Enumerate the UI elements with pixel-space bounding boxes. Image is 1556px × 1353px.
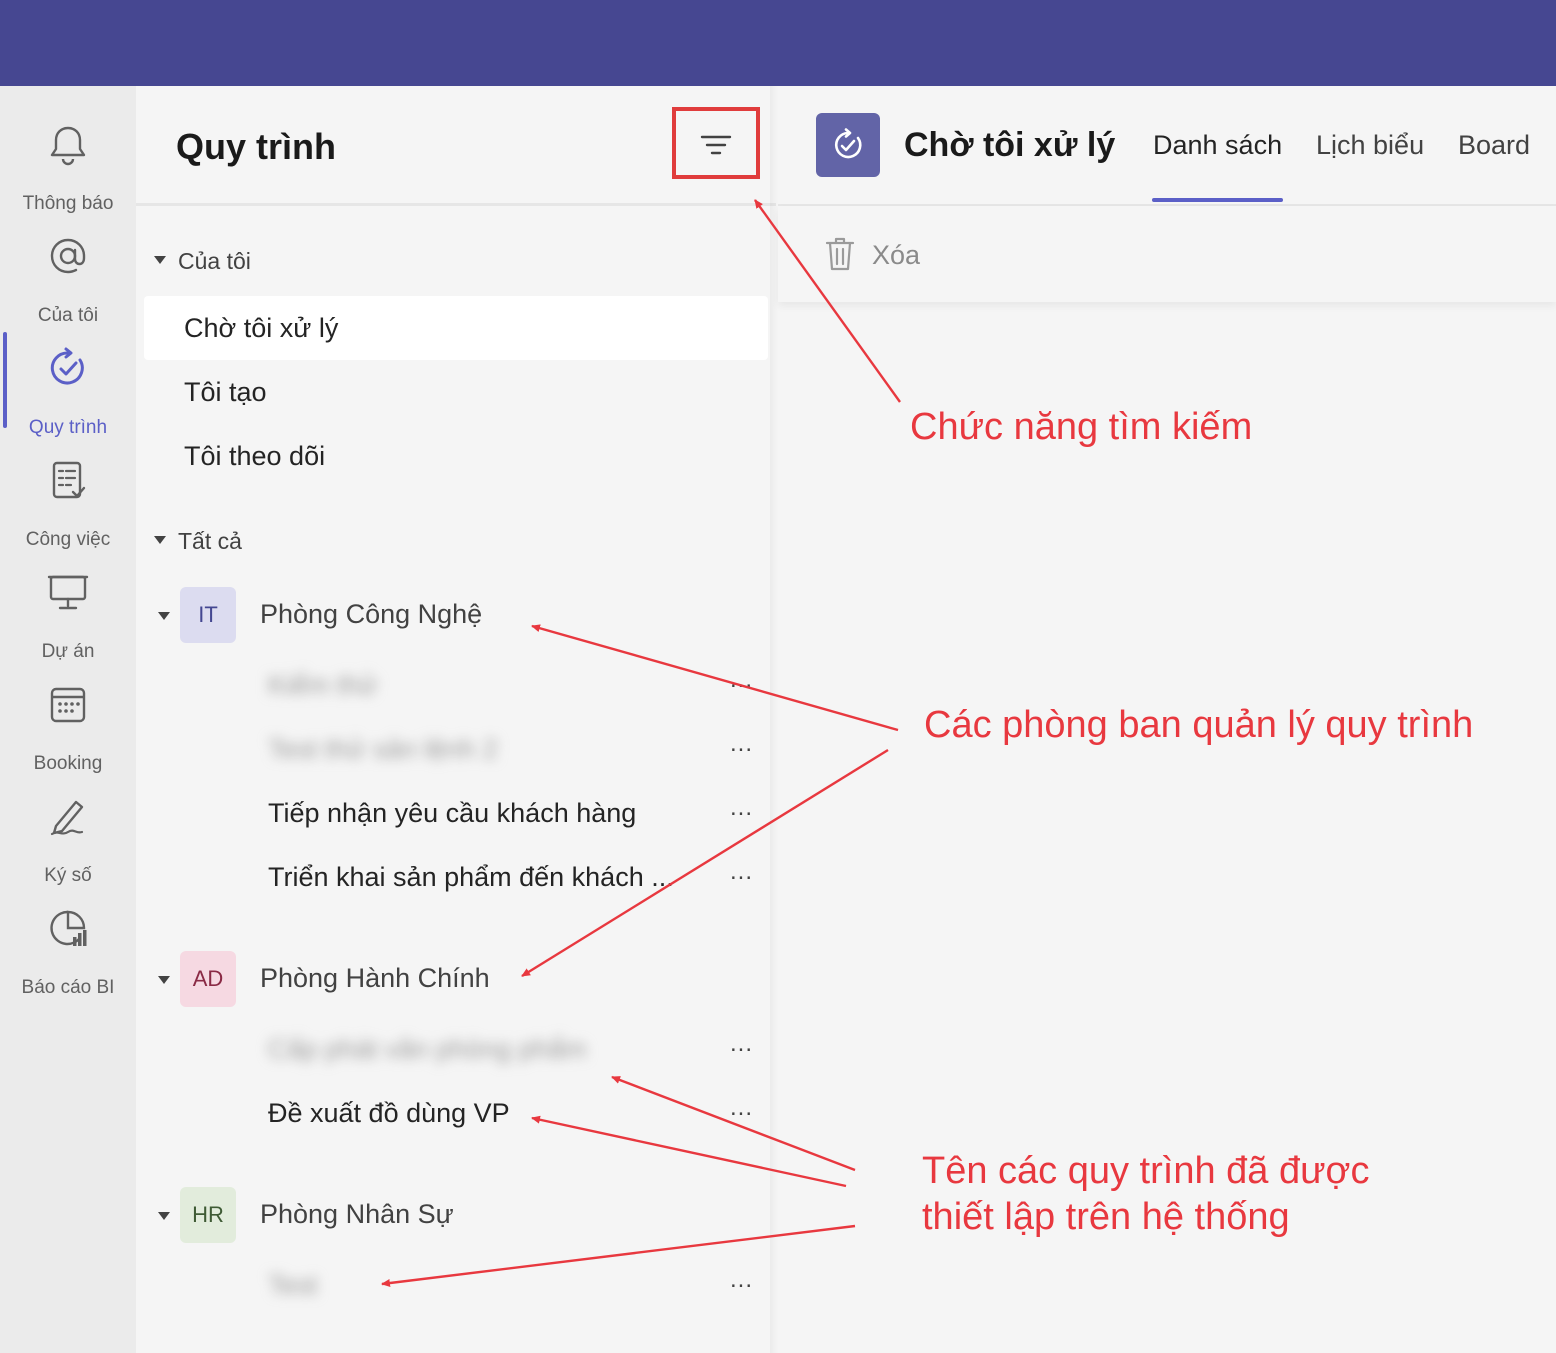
- panel-header: Quy trình: [136, 86, 776, 206]
- section-my-label: Của tôi: [178, 248, 251, 274]
- rail-item-cong-viec[interactable]: Công việc: [0, 446, 136, 550]
- process-name: Triển khai sản phẩm đến khách ...: [268, 862, 674, 892]
- list-item[interactable]: Kiểm thử ...: [136, 656, 776, 716]
- rail-label: Booking: [33, 753, 103, 774]
- bi-report-icon: [46, 906, 90, 950]
- dept-name: Phòng Hành Chính: [260, 963, 490, 993]
- dept-badge: IT: [180, 587, 236, 643]
- rail-item-du-an[interactable]: Dự án: [0, 558, 136, 662]
- section-all-label: Tất cả: [178, 528, 242, 554]
- list-item[interactable]: Cấp phát văn phòng phẩm ...: [136, 1020, 776, 1080]
- page-title: Chờ tôi xử lý: [904, 126, 1116, 164]
- process-app-icon: [816, 113, 880, 177]
- rail-item-cua-toi[interactable]: Của tôi: [0, 222, 136, 326]
- task-list-icon: [46, 458, 90, 502]
- caret-down-icon: [154, 535, 166, 544]
- main-header: Chờ tôi xử lý Danh sách Lịch biểu Board: [778, 86, 1556, 206]
- nav-cho-toi-xu-ly[interactable]: Chờ tôi xử lý: [144, 296, 768, 360]
- process-name: Test thử sản lệnh 2: [268, 734, 498, 764]
- rail-label: Dự án: [41, 641, 95, 662]
- more-options-icon[interactable]: ...: [730, 1030, 753, 1058]
- calendar-icon: [46, 682, 90, 726]
- process-name: Đề xuất đồ dùng VP: [268, 1098, 510, 1128]
- rail-item-thong-bao[interactable]: Thông báo: [0, 110, 136, 214]
- project-board-icon: [46, 570, 90, 614]
- dept-hr[interactable]: HR Phòng Nhân Sự: [136, 1187, 776, 1245]
- nav-toi-theo-doi[interactable]: Tôi theo dõi: [144, 424, 768, 488]
- tab-board[interactable]: Board: [1458, 130, 1530, 161]
- dept-badge: AD: [180, 951, 236, 1007]
- rail-item-booking[interactable]: Booking: [0, 670, 136, 774]
- bell-icon: [46, 122, 90, 166]
- caret-down-icon: [154, 255, 166, 264]
- dept-name: Phòng Nhân Sự: [260, 1199, 454, 1229]
- rail-label: Ký số: [44, 865, 92, 886]
- rail-item-quy-trinh[interactable]: Quy trình: [0, 334, 136, 438]
- panel-title: Quy trình: [176, 126, 336, 167]
- process-name: Tiếp nhận yêu cầu khách hàng: [268, 798, 637, 828]
- caret-down-icon: [158, 612, 170, 620]
- dept-badge: HR: [180, 1187, 236, 1243]
- rail-item-bao-cao-bi[interactable]: Báo cáo BI: [0, 894, 136, 998]
- list-item[interactable]: Test ...: [136, 1256, 776, 1316]
- list-item[interactable]: Đề xuất đồ dùng VP ...: [136, 1084, 776, 1144]
- more-options-icon[interactable]: ...: [730, 1094, 753, 1122]
- tab-danh-sach[interactable]: Danh sách: [1153, 130, 1282, 161]
- annotation-processes-line2: thiết lập trên hệ thống: [922, 1196, 1290, 1238]
- caret-down-icon: [158, 1212, 170, 1220]
- filter-lines-icon: [700, 135, 732, 155]
- rail-label: Của tôi: [37, 305, 99, 326]
- rail-label: Công việc: [25, 529, 111, 550]
- trash-icon: [825, 237, 855, 271]
- list-item[interactable]: Tiếp nhận yêu cầu khách hàng ...: [136, 784, 776, 844]
- rail-label: Quy trình: [28, 417, 108, 438]
- annotation-processes-line1: Tên các quy trình đã được: [922, 1150, 1370, 1192]
- annotation-departments: Các phòng ban quản lý quy trình: [924, 704, 1474, 746]
- top-bar: [0, 0, 1556, 86]
- delete-label: Xóa: [872, 240, 921, 270]
- rail-item-ky-so[interactable]: Ký số: [0, 782, 136, 886]
- more-options-icon[interactable]: ...: [730, 794, 753, 822]
- filter-button[interactable]: [672, 107, 760, 179]
- process-name: Cấp phát văn phòng phẩm: [268, 1034, 587, 1064]
- dept-ad[interactable]: AD Phòng Hành Chính: [136, 951, 776, 1009]
- list-item[interactable]: Triển khai sản phẩm đến khách ... ...: [136, 848, 776, 908]
- process-name: Kiểm thử: [268, 670, 378, 700]
- process-name: Test: [268, 1270, 318, 1300]
- list-item[interactable]: Test thử sản lệnh 2 ...: [136, 720, 776, 780]
- process-panel: Quy trình Của tôi Chờ tôi xử lý Tôi tạo …: [136, 86, 776, 1353]
- at-icon: [46, 234, 90, 278]
- panel-divider: [770, 86, 778, 1353]
- rail-label: Thông báo: [22, 193, 114, 214]
- tab-lich-bieu[interactable]: Lịch biểu: [1316, 130, 1424, 161]
- toolbar: Xóa: [778, 206, 1556, 302]
- more-options-icon[interactable]: ...: [730, 1266, 753, 1294]
- section-my[interactable]: Của tôi: [154, 248, 251, 275]
- tab-active-underline: [1152, 198, 1283, 202]
- more-options-icon[interactable]: ...: [730, 730, 753, 758]
- more-options-icon[interactable]: ...: [730, 858, 753, 886]
- app-rail: Thông báo Của tôi Quy trình Công việc Dự…: [0, 86, 136, 1353]
- caret-down-icon: [158, 976, 170, 984]
- more-options-icon[interactable]: ...: [730, 666, 753, 694]
- signature-icon: [46, 794, 90, 838]
- section-all[interactable]: Tất cả: [154, 528, 242, 555]
- nav-toi-tao[interactable]: Tôi tạo: [144, 360, 768, 424]
- annotation-search: Chức năng tìm kiếm: [910, 406, 1253, 448]
- process-check-icon: [46, 346, 90, 390]
- dept-name: Phòng Công Nghệ: [260, 599, 483, 629]
- dept-it[interactable]: IT Phòng Công Nghệ: [136, 587, 776, 645]
- rail-label: Báo cáo BI: [21, 977, 115, 998]
